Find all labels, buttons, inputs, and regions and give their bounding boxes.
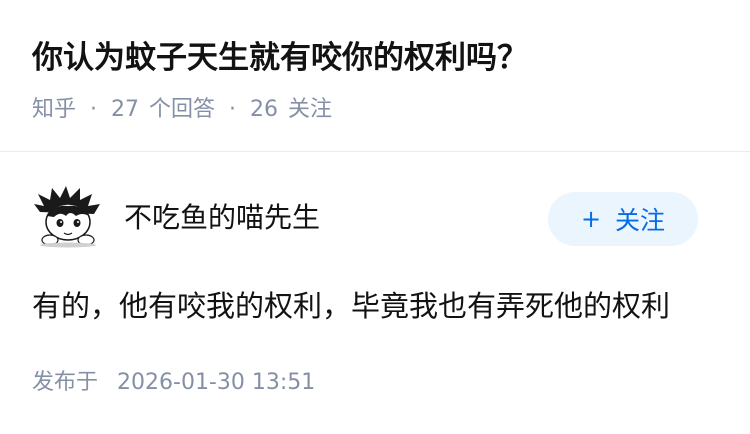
answers-count: 27 (111, 97, 140, 122)
author-name[interactable]: 不吃鱼的喵先生 (124, 198, 320, 238)
publish-label: 发布于 (32, 370, 99, 395)
meta-separator: · (90, 97, 98, 122)
question-title[interactable]: 你认为蚊子天生就有咬你的权利吗？ (32, 36, 528, 80)
follow-button[interactable]: + 关注 (548, 192, 698, 246)
question-meta: 知乎 · 27 个回答 · 26 关注 (32, 94, 332, 126)
section-divider (0, 151, 750, 152)
answer-content: 有的，他有咬我的权利，毕竟我也有弄死他的权利 (32, 289, 671, 323)
followers-count: 26 (250, 97, 279, 122)
publish-time: 2026-01-30 13:51 (117, 370, 316, 395)
answers-label: 个回答 (149, 97, 216, 122)
plus-icon: + (580, 205, 602, 233)
followers-label: 关注 (288, 97, 333, 122)
follow-button-label: 关注 (615, 206, 666, 235)
answer-page: 你认为蚊子天生就有咬你的权利吗？ 知乎 · 27 个回答 · 26 关注 不吃鱼… (0, 0, 750, 434)
publish-info: 发布于 2026-01-30 13:51 (32, 366, 315, 400)
source-label: 知乎 (32, 97, 77, 122)
cartoon-avatar-icon[interactable] (32, 182, 104, 248)
meta-separator: · (229, 97, 237, 122)
